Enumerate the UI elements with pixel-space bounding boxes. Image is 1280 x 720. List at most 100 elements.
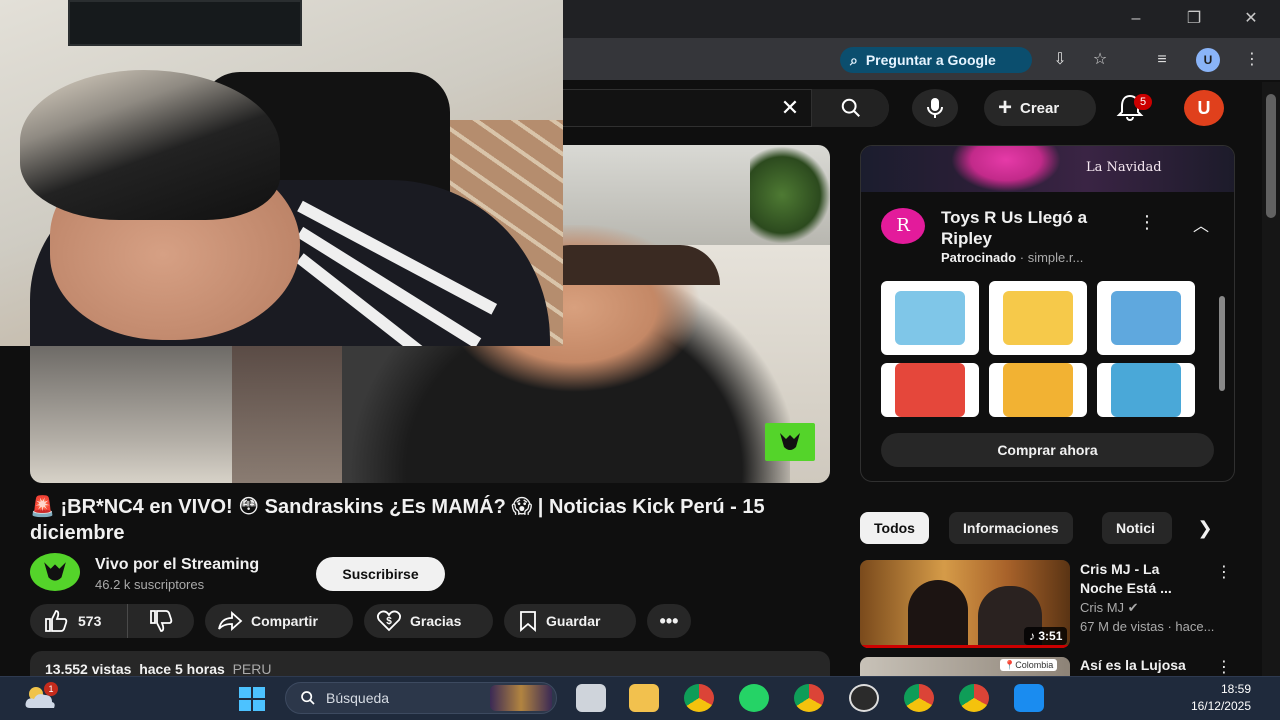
recommendation-channel[interactable]: Cris MJ ✔ [1080,600,1139,616]
product-scrollbar[interactable] [1218,284,1226,412]
thanks-button[interactable]: $ Gracias [364,604,493,638]
age-label: hace... [1175,619,1215,634]
whatsapp-icon[interactable] [739,684,769,712]
clear-search-icon[interactable]: ✕ [776,96,804,120]
chrome-icon[interactable] [684,684,714,712]
save-button[interactable]: Guardar [504,604,636,638]
menu-icon[interactable]: ⋮ [1240,48,1264,72]
close-icon[interactable]: ✕ [1239,8,1263,30]
notification-badge: 5 [1134,94,1152,110]
thanks-label: Gracias [410,613,462,629]
sponsored-label: Patrocinado [941,250,1017,265]
channel-avatar[interactable] [30,553,80,591]
dislike-button[interactable] [128,610,194,632]
file-explorer-icon[interactable] [576,684,606,712]
phone-link-icon[interactable] [1014,684,1044,712]
upload-age: hace 5 horas [139,661,225,677]
ad-product-4[interactable] [881,363,979,417]
profile-icon[interactable]: U [1196,48,1220,72]
chevron-right-icon[interactable]: ❯ [1190,513,1220,543]
ad-product-5[interactable] [989,363,1087,417]
recommendation-menu-icon[interactable]: ⋮ [1215,562,1233,584]
thumbs-up-icon [45,610,68,632]
recommendation-thumbnail[interactable]: ♪ 3:51 [860,560,1070,648]
create-label: Crear [1020,99,1060,117]
collapse-icon[interactable]: ︿ [1189,212,1213,236]
ad-product-3[interactable] [1097,281,1195,355]
maximize-icon[interactable]: ❐ [1182,8,1206,30]
page-scroll-thumb[interactable] [1266,94,1276,218]
chrome-profile-icon[interactable] [794,684,824,712]
subscriber-count: 46.2 k suscriptores [95,577,205,592]
channel-watermark[interactable] [765,423,815,461]
ask-google-label: Preguntar a Google [865,52,996,68]
recommendation-menu-icon[interactable]: ⋮ [1215,657,1233,677]
ad-banner-text: La Navidad [1086,160,1162,175]
search-icon [301,691,315,705]
clock-time[interactable]: 18:59 [1215,682,1251,696]
thumbs-down-icon [150,610,173,632]
bookmark-icon [520,611,536,632]
windows-start-icon[interactable] [238,686,266,712]
account-avatar[interactable]: U [1184,90,1224,126]
video-title: 🚨 ¡BR*NC4 en VIVO! 😳 Sandraskins ¿Es MAM… [30,496,765,544]
thumbnail-figure [908,580,968,648]
views-label: 67 M de vistas [1080,619,1164,634]
chrome-profile-2-icon[interactable] [904,684,934,712]
ad-product-image [895,291,965,345]
ad-product-image [1003,363,1073,417]
ad-menu-icon[interactable]: ⋮ [1137,212,1157,236]
media-icon[interactable]: ≡ [1150,48,1174,72]
search-icon [841,98,860,117]
video-tag[interactable]: PERU [233,661,272,677]
ad-product-6[interactable] [1097,363,1195,417]
channel-logo-icon [44,562,66,581]
folder-icon[interactable] [629,684,659,712]
star-icon[interactable]: ☆ [1088,48,1112,72]
location-label: Colombia [1015,660,1054,670]
ad-product-image [895,363,965,417]
location-tag: 📍Colombia [1000,659,1058,671]
ad-banner-image [951,146,1061,192]
weather-badge: 1 [44,682,58,696]
recommendation-thumbnail[interactable]: 📍Colombia [860,657,1070,677]
plus-icon: + [998,94,1013,121]
advertiser-logo[interactable]: R [881,208,925,244]
search-button[interactable] [811,89,889,127]
lens-icon: ⌕ [850,51,858,68]
save-label: Guardar [546,613,601,629]
microphone-icon [927,98,943,118]
share-button[interactable]: Compartir [205,604,353,638]
chrome-profile-3-icon[interactable] [959,684,989,712]
ad-title[interactable]: Toys R Us Llegó a Ripley [941,207,1121,249]
obs-icon[interactable] [849,684,879,712]
more-actions-button[interactable]: ••• [647,604,691,638]
subscribe-button[interactable]: Suscribirse [316,557,445,591]
share-icon [218,611,243,631]
channel-label: Cris MJ [1080,600,1125,615]
video-duration: ♪ 3:51 [1024,627,1068,645]
like-dislike-group: 573 [30,604,194,638]
install-icon[interactable]: ⇩ [1048,48,1072,72]
voice-search-button[interactable] [912,89,958,127]
clock-date[interactable]: 16/12/2025 [1174,699,1251,713]
view-count: 13.552 vistas [45,661,132,677]
chip-all[interactable]: Todos [860,512,929,544]
chip-news[interactable]: Notici [1102,512,1172,544]
sponsored-ad-panel: La Navidad R Toys R Us Llegó a Ripley Pa… [860,145,1235,482]
buy-now-button[interactable]: Comprar ahora [881,433,1214,467]
ask-google-button[interactable]: ⌕ Preguntar a Google [840,47,1032,73]
taskbar-search-placeholder: Búsqueda [326,690,390,706]
recommendation-title[interactable]: Así es la Lujosa [1080,656,1205,675]
page-scrollbar[interactable] [1262,82,1280,676]
minimize-icon[interactable]: – [1124,8,1148,30]
product-scroll-thumb[interactable] [1219,296,1225,391]
recommendation-title[interactable]: Cris MJ - La Noche Está ... [1080,560,1200,598]
chip-news-info[interactable]: Informaciones [949,512,1073,544]
windows-logo-icon [239,687,265,711]
like-button[interactable]: 573 [30,604,128,638]
ad-product-1[interactable] [881,281,979,355]
ad-product-2[interactable] [989,281,1087,355]
channel-name[interactable]: Vivo por el Streaming [95,556,259,574]
create-button[interactable]: + Crear [984,90,1096,126]
